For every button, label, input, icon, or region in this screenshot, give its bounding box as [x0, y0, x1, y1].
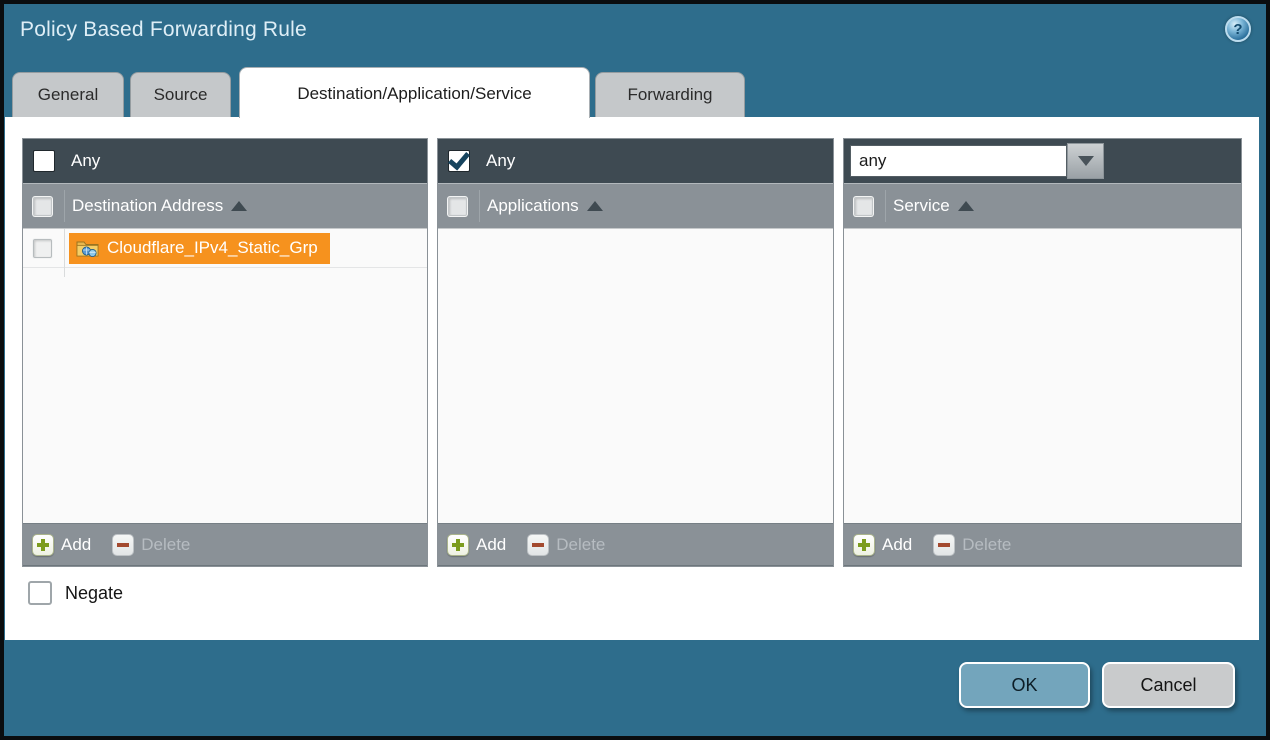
service-header-label: Service	[893, 196, 950, 216]
sort-ascending-icon[interactable]	[231, 201, 247, 211]
delete-icon[interactable]	[933, 534, 955, 556]
dialog-title: Policy Based Forwarding Rule	[20, 18, 307, 42]
delete-icon[interactable]	[527, 534, 549, 556]
applications-header-label: Applications	[487, 196, 579, 216]
add-icon[interactable]	[853, 534, 875, 556]
negate-option: Negate	[28, 581, 123, 605]
destination-any-label: Any	[71, 151, 100, 171]
destination-address-header-label: Destination Address	[72, 196, 223, 216]
service-dropdown-bar: any	[844, 139, 1241, 183]
header-divider	[885, 190, 886, 222]
tab-forwarding[interactable]: Forwarding	[595, 72, 745, 117]
applications-column: Any Applications Add Delete	[437, 138, 834, 567]
destination-address-column: Any Destination Address	[22, 138, 428, 567]
destination-delete-button[interactable]: Delete	[141, 535, 190, 555]
sort-ascending-icon[interactable]	[587, 201, 603, 211]
address-group-name: Cloudflare_IPv4_Static_Grp	[107, 238, 318, 258]
ok-button[interactable]: OK	[959, 662, 1090, 708]
cancel-button[interactable]: Cancel	[1102, 662, 1235, 708]
row-checkbox[interactable]	[33, 239, 52, 258]
applications-any-label: Any	[486, 151, 515, 171]
selected-address-group[interactable]: Cloudflare_IPv4_Static_Grp	[69, 233, 330, 264]
tab-source[interactable]: Source	[130, 72, 231, 117]
destination-any-bar: Any	[23, 139, 427, 183]
service-dropdown-button[interactable]	[1067, 143, 1104, 179]
applications-header[interactable]: Applications	[438, 183, 833, 228]
table-row[interactable]: Cloudflare_IPv4_Static_Grp	[23, 229, 427, 268]
applications-list	[438, 228, 833, 523]
service-dropdown[interactable]: any	[850, 143, 1104, 179]
tab-destination-application-service[interactable]: Destination/Application/Service	[239, 67, 590, 118]
applications-select-all-checkbox[interactable]	[448, 197, 467, 216]
service-dropdown-value[interactable]: any	[850, 145, 1067, 177]
applications-any-checkbox[interactable]	[448, 150, 470, 172]
add-icon[interactable]	[447, 534, 469, 556]
header-divider	[479, 190, 480, 222]
service-list	[844, 228, 1241, 523]
destination-any-checkbox[interactable]	[33, 150, 55, 172]
add-icon[interactable]	[32, 534, 54, 556]
service-footer: Add Delete	[844, 523, 1241, 566]
destination-address-header[interactable]: Destination Address	[23, 183, 427, 228]
destination-address-list: Cloudflare_IPv4_Static_Grp	[23, 228, 427, 523]
service-header[interactable]: Service	[844, 183, 1241, 228]
applications-any-bar: Any	[438, 139, 833, 183]
service-delete-button[interactable]: Delete	[962, 535, 1011, 555]
dialog-frame: Policy Based Forwarding Rule ? General S…	[0, 0, 1270, 740]
applications-delete-button[interactable]: Delete	[556, 535, 605, 555]
destination-add-button[interactable]: Add	[61, 535, 91, 555]
policy-based-forwarding-dialog: Policy Based Forwarding Rule ? General S…	[4, 4, 1266, 736]
tab-general[interactable]: General	[12, 72, 124, 117]
negate-label: Negate	[65, 583, 123, 604]
destination-select-all-checkbox[interactable]	[33, 197, 52, 216]
header-divider	[64, 190, 65, 222]
service-add-button[interactable]: Add	[882, 535, 912, 555]
address-group-icon	[76, 239, 99, 258]
service-select-all-checkbox[interactable]	[854, 197, 873, 216]
negate-checkbox[interactable]	[28, 581, 52, 605]
tab-content-panel: Any Destination Address	[5, 117, 1259, 640]
applications-footer: Add Delete	[438, 523, 833, 566]
chevron-down-icon	[1078, 156, 1094, 166]
service-column: any Service A	[843, 138, 1242, 567]
sort-ascending-icon[interactable]	[958, 201, 974, 211]
delete-icon[interactable]	[112, 534, 134, 556]
destination-footer: Add Delete	[23, 523, 427, 566]
applications-add-button[interactable]: Add	[476, 535, 506, 555]
help-icon[interactable]: ?	[1225, 16, 1251, 42]
